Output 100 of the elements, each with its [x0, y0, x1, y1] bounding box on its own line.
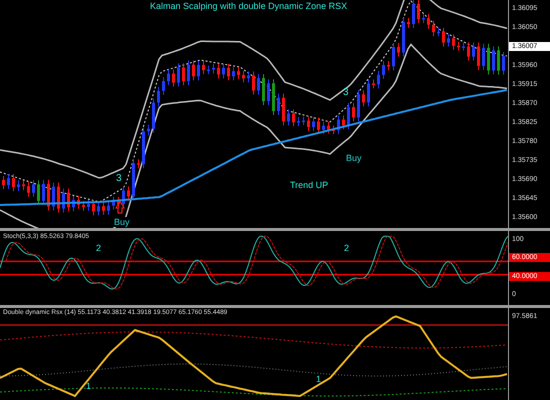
candle: [402, 18, 405, 58]
candle: [452, 34, 455, 50]
chart-title: Kalman Scalping with double Dynamic Zone RSX: [150, 1, 348, 11]
candle: [172, 69, 175, 88]
candle: [447, 34, 450, 48]
candle: [2, 176, 5, 190]
candle: [417, 0, 420, 24]
candle: [352, 102, 355, 122]
candle: [317, 117, 320, 134]
signal-count: 1: [316, 374, 322, 384]
candle: [42, 179, 45, 206]
candle: [182, 62, 185, 86]
candle: [12, 174, 15, 192]
candle: [397, 42, 400, 58]
candle: [177, 62, 180, 88]
candle: [97, 202, 100, 216]
candle: [472, 42, 475, 62]
candle: [427, 14, 430, 30]
candle: [392, 42, 395, 71]
signal-count: 2: [344, 243, 350, 253]
candle: [422, 14, 425, 24]
candle: [227, 63, 230, 81]
candle: [202, 60, 205, 75]
candle: [462, 42, 465, 52]
candle: [272, 78, 275, 116]
candle: [67, 188, 70, 212]
up-arrow-icon: [115, 200, 125, 214]
candle: [377, 70, 380, 89]
candle: [197, 60, 200, 81]
candle: [187, 60, 190, 86]
candle: [442, 27, 445, 48]
candle: [437, 27, 440, 37]
candle: [342, 115, 345, 130]
candle: [52, 182, 55, 212]
candle: [142, 126, 145, 169]
candle: [287, 109, 290, 126]
candle: [92, 199, 95, 216]
candle: [347, 102, 350, 130]
candle: [482, 43, 485, 70]
candle: [467, 42, 470, 62]
candle: [457, 41, 460, 52]
candle: [322, 121, 325, 134]
candle: [497, 46, 500, 76]
candle: [367, 78, 370, 107]
candle: [217, 63, 220, 79]
candle: [192, 60, 195, 81]
candle: [277, 93, 280, 116]
signal-count: 3: [343, 88, 349, 98]
candle: [492, 46, 495, 76]
candle: [167, 69, 170, 86]
trend-label: Trend UP: [290, 180, 328, 190]
candle: [127, 186, 130, 201]
candle: [357, 90, 360, 122]
candle: [27, 182, 30, 198]
signal-count: 3: [116, 174, 122, 184]
candle: [267, 78, 270, 106]
candle: [112, 196, 115, 210]
candle: [247, 70, 250, 83]
candle: [157, 86, 160, 108]
candle: [432, 20, 435, 37]
candle: [47, 179, 50, 212]
candle: [252, 70, 255, 96]
signal-count: 2: [96, 243, 102, 253]
candle: [372, 78, 375, 89]
candle: [222, 63, 225, 79]
candle: [332, 124, 335, 135]
candle: [292, 109, 295, 127]
candle: [477, 42, 480, 70]
candle: [87, 199, 90, 212]
candle: [37, 180, 40, 206]
candle: [147, 124, 150, 136]
candle: [302, 116, 305, 126]
candle: [387, 60, 390, 71]
candle: [312, 117, 315, 132]
candle: [62, 188, 65, 214]
candle: [72, 195, 75, 212]
candle: [122, 186, 125, 209]
candle: [382, 60, 385, 80]
candle: [22, 180, 25, 191]
candle: [257, 74, 260, 96]
candle: [502, 52, 505, 76]
candle: [262, 74, 265, 106]
candle: [237, 66, 240, 80]
candle: [297, 116, 300, 127]
candle: [207, 65, 210, 75]
candle: [17, 180, 20, 192]
candle: [32, 180, 35, 198]
candle: [327, 121, 330, 134]
candle: [487, 43, 490, 76]
candle: [337, 115, 340, 135]
candle: [77, 195, 80, 210]
candle: [102, 202, 105, 216]
candle: [307, 116, 310, 132]
candle: [117, 196, 120, 209]
candle: [242, 70, 245, 83]
candle: [7, 174, 10, 190]
candle: [132, 158, 135, 201]
candle: [107, 201, 110, 216]
candle: [232, 66, 235, 81]
candle: [282, 93, 285, 126]
